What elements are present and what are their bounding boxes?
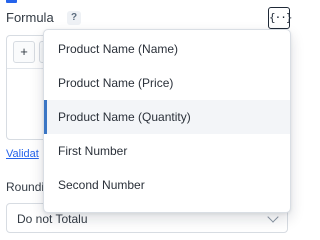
variable-dropdown-menu: Product Name (Name) Product Name (Price)… — [43, 29, 291, 213]
dropdown-item-product-name-price[interactable]: Product Name (Price) — [44, 66, 290, 100]
section-top-accent — [6, 0, 17, 3]
add-operator-button[interactable]: + — [13, 41, 35, 63]
insert-variable-button[interactable]: {··} — [268, 7, 293, 29]
rounding-label: Roundi — [6, 180, 45, 194]
rounding-select-value: Do not Totalu — [17, 212, 88, 226]
help-icon[interactable]: ? — [67, 11, 81, 25]
dropdown-item-product-name-name[interactable]: Product Name (Name) — [44, 32, 290, 66]
dropdown-item-product-name-quantity[interactable]: Product Name (Quantity) — [44, 100, 290, 134]
dropdown-item-first-number[interactable]: First Number — [44, 134, 290, 168]
chevron-down-icon — [267, 211, 279, 223]
dropdown-item-second-number[interactable]: Second Number — [44, 168, 290, 202]
formula-label: Formula — [6, 10, 54, 25]
validate-link[interactable]: Validat — [6, 148, 39, 160]
